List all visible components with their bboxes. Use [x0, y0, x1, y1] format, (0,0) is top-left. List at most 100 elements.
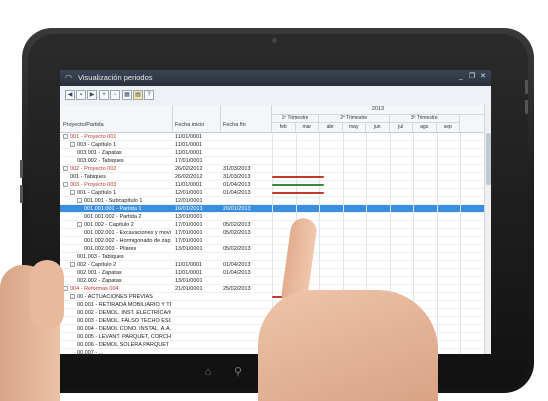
row-name: -001 - Capítulo 1 — [70, 189, 116, 197]
row-start-date: 17/01/0001 — [175, 222, 203, 228]
row-label: 00 - ACTUACIONES PREVIAS — [77, 294, 153, 300]
column-end[interactable]: Fecha fin — [223, 122, 246, 128]
timeline-month: abr — [319, 123, 343, 132]
row-name: 00.007 - ... — [77, 349, 103, 354]
minimize-icon[interactable]: _ — [457, 73, 465, 81]
row-start-date: 12/01/0001 — [175, 190, 203, 196]
volume-button — [20, 160, 23, 178]
next-icon[interactable]: ▶ — [87, 90, 97, 100]
row-name: 00.001 - RETIRADA MOBILIARIO Y TR — [77, 301, 171, 309]
timeline-quarter: 1º Trimestre — [272, 114, 319, 123]
row-label: 00.006 - DEMOL SOLERA PARQUET — [77, 342, 170, 348]
expand-toggle-icon[interactable]: - — [77, 198, 82, 204]
left-thumb — [30, 260, 64, 330]
row-end-date: 05/02/2013 — [223, 222, 251, 228]
grid-icon[interactable]: ▦ — [122, 90, 132, 100]
column-divider[interactable] — [172, 105, 173, 132]
row-name: 002.001 - Zapatas — [77, 269, 122, 277]
expand-toggle-icon[interactable]: - — [63, 166, 68, 172]
row-label: 002.002 - Zapatas — [77, 278, 122, 284]
expand-toggle-icon[interactable]: - — [70, 262, 75, 268]
expand-toggle-icon[interactable]: - — [70, 142, 75, 148]
row-label: 00.002 - DEMOL. INST. ELÉCTRICA/IC — [77, 310, 171, 316]
prev-icon[interactable]: ▪ — [76, 90, 86, 100]
gantt-bar[interactable] — [272, 184, 324, 186]
restore-icon[interactable]: ❐ — [468, 73, 476, 81]
timeline-month: sep — [437, 123, 460, 132]
row-name: -002 - Capítulo 2 — [70, 261, 116, 269]
first-icon[interactable]: ◀ — [65, 90, 75, 100]
row-start-date: 21/01/0001 — [175, 286, 203, 292]
row-end-date: 01/04/2013 — [223, 182, 251, 188]
row-name: 002.002 - Zapatas — [77, 277, 122, 285]
calendar-icon[interactable]: ▤ — [133, 90, 143, 100]
search-icon[interactable]: ⚲ — [228, 363, 248, 381]
close-icon[interactable]: ✕ — [479, 73, 487, 81]
grid-header: Proyecto/Partida Fecha inicio Fecha fin — [60, 105, 272, 133]
zoom-out-icon[interactable]: − — [110, 90, 120, 100]
column-start[interactable]: Fecha inicio — [175, 122, 204, 128]
volume-button — [20, 185, 23, 203]
row-label: 002.001 - Zapatas — [77, 270, 122, 276]
row-name: 001 - Tabiques — [70, 173, 106, 181]
row-name: -001.002 - Capítulo 2 — [77, 221, 134, 229]
row-name: 003.002 - Tabiques — [77, 157, 124, 165]
window-title: Visualización periodos — [78, 73, 153, 82]
camera-icon — [272, 38, 277, 43]
row-start-date: 11/01/0001 — [175, 182, 203, 188]
gantt-bar[interactable] — [272, 176, 324, 178]
gantt-bar[interactable] — [272, 192, 324, 194]
expand-toggle-icon[interactable]: - — [63, 134, 68, 140]
row-label: 001.002.001 - Excavaciones y movi — [84, 230, 171, 236]
row-label: 003 - Proyecto 003 — [70, 182, 117, 188]
row-start-date: 13/01/0001 — [175, 214, 203, 220]
row-label: 001 - Proyecto 001 — [70, 134, 117, 140]
row-label: 00.003 - DEMOL. FALSO TECHO ESCA — [77, 318, 171, 324]
row-name: -002 - Proyecto 002 — [63, 165, 116, 173]
row-name: -001.001 - Subcapítulo 1 — [77, 197, 142, 205]
row-start-date: 11/01/0001 — [175, 134, 203, 140]
row-name: -003 - Proyecto 003 — [63, 181, 116, 189]
row-label: 003.001 - Zapatas — [77, 150, 122, 156]
row-end-date: 05/02/2013 — [223, 246, 251, 252]
home-icon[interactable]: ⌂ — [198, 363, 218, 381]
row-label: 00.007 - ... — [77, 350, 104, 354]
row-label: 003.002 - Tabiques — [77, 158, 124, 164]
row-name: 00.005 - LEVANT. PARQUET, CORCHO — [77, 333, 171, 341]
row-end-date: 31/03/2013 — [223, 166, 251, 172]
row-start-date: 26/02/2012 — [175, 174, 203, 180]
row-name: 001.001.002 - Partida 2 — [84, 213, 142, 221]
row-label: 00.005 - LEVANT. PARQUET, CORCHO — [77, 334, 171, 340]
row-start-date: 11/01/0001 — [175, 262, 203, 268]
row-end-date: 05/02/2013 — [223, 230, 251, 236]
timeline-month: jun — [366, 123, 390, 132]
row-start-date: 13/01/0001 — [175, 278, 203, 284]
row-name: 001.002.001 - Excavaciones y movi — [84, 229, 171, 237]
row-end-date: 20/01/2013 — [223, 206, 251, 212]
toolbar: ◀ ▪ ▶ + − ▦ ▤ ? — [60, 86, 491, 106]
column-project[interactable]: Proyecto/Partida — [63, 122, 104, 128]
row-end-date: 01/04/2013 — [223, 190, 251, 196]
row-label: 004 - Reformas 004 — [70, 286, 119, 292]
row-end-date: 01/04/2013 — [223, 262, 251, 268]
expand-toggle-icon[interactable]: - — [77, 222, 82, 228]
column-divider[interactable] — [220, 105, 221, 132]
row-label: 001.001.002 - Partida 2 — [84, 214, 142, 220]
row-start-date: 17/01/0001 — [175, 158, 203, 164]
expand-toggle-icon[interactable]: - — [70, 294, 75, 300]
vertical-scrollbar[interactable] — [484, 105, 491, 354]
scrollbar-thumb[interactable] — [486, 133, 491, 185]
row-label: 001 - Tabiques — [70, 174, 106, 180]
expand-toggle-icon[interactable]: - — [70, 190, 75, 196]
row-label: 00.001 - RETIRADA MOBILIARIO Y TR — [77, 302, 171, 308]
timeline-gridline — [460, 133, 461, 354]
row-name: 00.004 - DEMOL CONO. INSTAL. A.A. — [77, 325, 171, 333]
row-label: 001.001 - Subcapítulo 1 — [84, 198, 143, 204]
zoom-in-icon[interactable]: + — [99, 90, 109, 100]
help-icon[interactable]: ? — [144, 90, 154, 100]
expand-toggle-icon[interactable]: - — [63, 182, 68, 188]
timeline-month: ago — [413, 123, 437, 132]
timeline-quarter: 2º Trimestre — [319, 114, 390, 123]
row-name: 00.006 - DEMOL SOLERA PARQUET — [77, 341, 169, 349]
row-name: -003 - Capítulo 1 — [70, 141, 116, 149]
